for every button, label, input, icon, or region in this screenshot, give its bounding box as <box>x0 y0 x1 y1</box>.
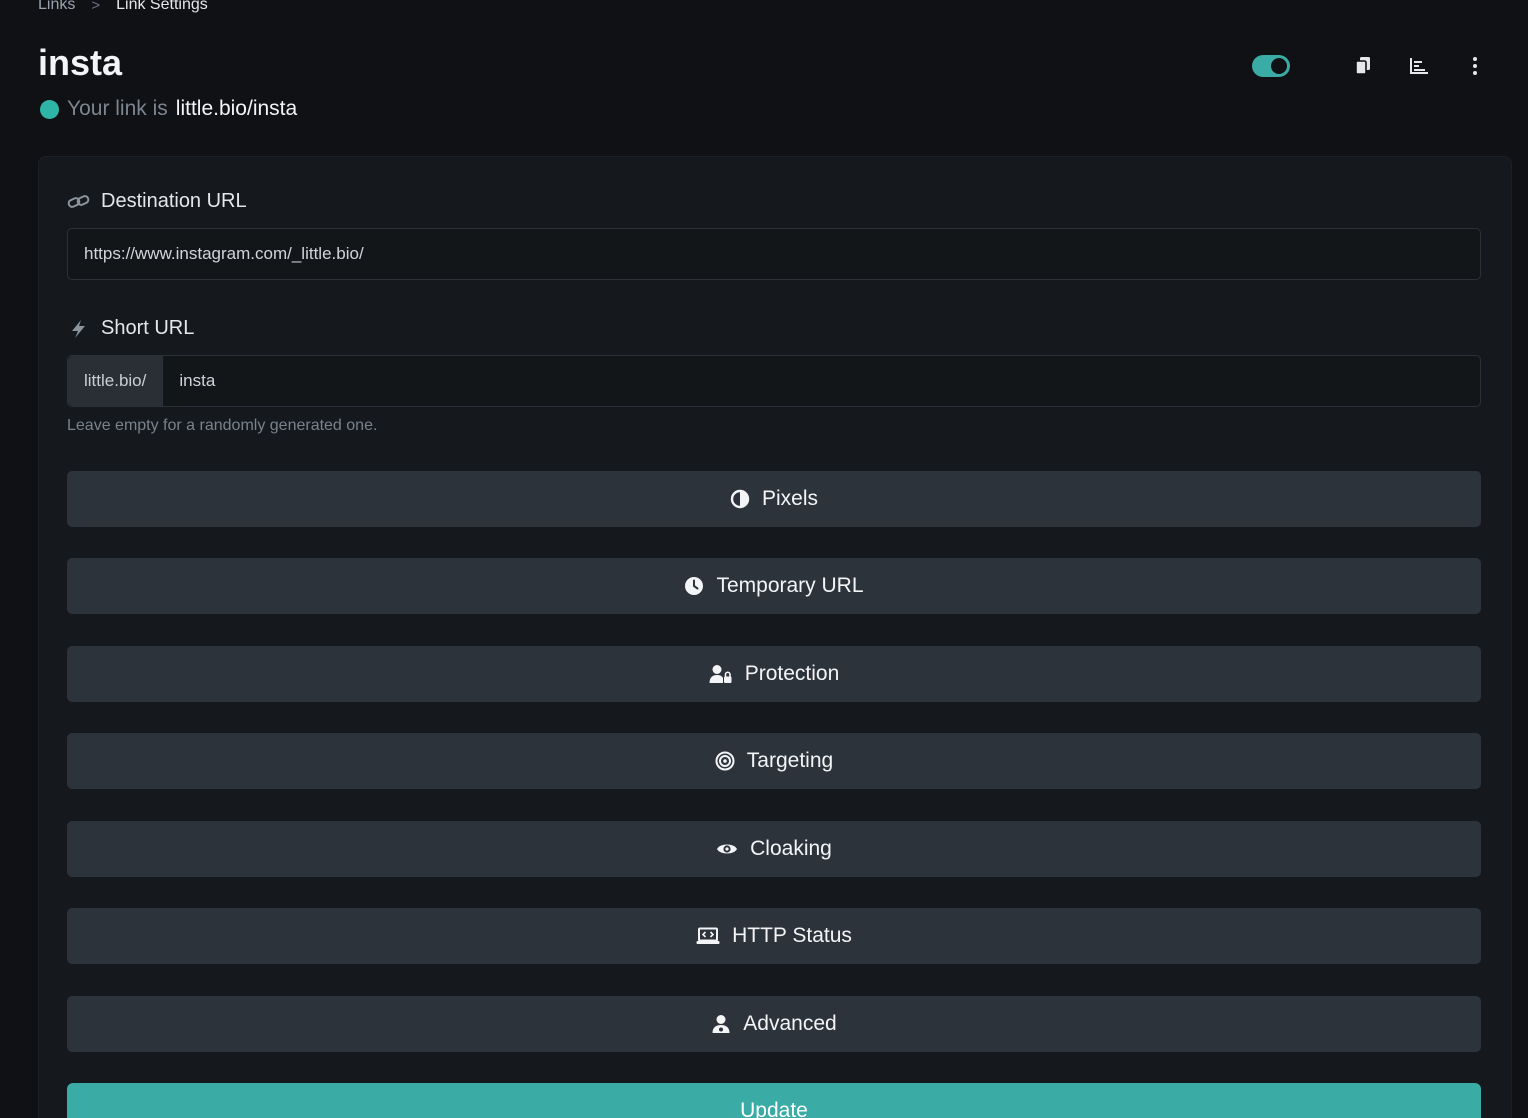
copy-button[interactable] <box>1350 50 1376 82</box>
half-circle-icon <box>730 489 750 509</box>
target-icon <box>715 751 735 771</box>
eye-icon <box>717 844 738 854</box>
destination-url-label: Destination URL <box>67 190 247 213</box>
breadcrumb-item-links[interactable]: Links <box>38 0 75 14</box>
destination-url-label-text: Destination URL <box>101 190 247 212</box>
section-label-temporary-url: Temporary URL <box>716 574 864 597</box>
short-url-input[interactable]: insta <box>163 371 215 391</box>
link-prefix-text: Your link is <box>67 97 168 120</box>
section-button-temporary-url[interactable]: Temporary URL <box>67 558 1481 614</box>
update-button-label: Update <box>740 1099 808 1118</box>
section-button-protection[interactable]: Protection <box>67 646 1481 702</box>
section-label-advanced: Advanced <box>743 1012 837 1035</box>
destination-url-value: https://www.instagram.com/_little.bio/ <box>84 244 364 263</box>
short-url-label-text: Short URL <box>101 317 195 339</box>
section-label-targeting: Targeting <box>746 749 834 772</box>
section-button-http-status[interactable]: HTTP Status <box>67 908 1481 964</box>
section-button-pixels[interactable]: Pixels <box>67 471 1481 527</box>
section-label-pixels: Pixels <box>761 487 819 510</box>
stats-icon <box>1410 58 1428 74</box>
breadcrumb-item-current: Link Settings <box>116 0 208 13</box>
short-url-prefix: little.bio/ <box>68 356 164 406</box>
enabled-toggle[interactable] <box>1252 55 1290 77</box>
section-button-cloaking[interactable]: Cloaking <box>67 821 1481 877</box>
short-url-help-text: Leave empty for a randomly generated one… <box>67 417 378 434</box>
toggle-knob <box>1271 58 1287 74</box>
update-button[interactable]: Update <box>67 1083 1481 1118</box>
destination-url-input[interactable]: https://www.instagram.com/_little.bio/ <box>67 228 1481 280</box>
section-button-targeting[interactable]: Targeting <box>67 733 1481 789</box>
section-label-cloaking: Cloaking <box>750 837 832 860</box>
copy-icon <box>1355 57 1370 75</box>
section-button-advanced[interactable]: Advanced <box>67 996 1481 1052</box>
clock-icon <box>685 577 704 595</box>
status-dot-icon <box>40 99 59 119</box>
link-icon <box>67 194 90 208</box>
header-actions <box>1252 50 1488 82</box>
user-gear-icon <box>712 1015 730 1033</box>
statistics-button[interactable] <box>1406 50 1432 82</box>
laptop-code-icon <box>696 927 720 944</box>
page-title: insta <box>38 42 123 83</box>
link-settings-card: Destination URL https://www.instagram.co… <box>38 156 1512 1118</box>
link-value[interactable]: little.bio/insta <box>176 97 297 121</box>
short-url-input-group: little.bio/ insta <box>67 355 1481 407</box>
section-label-http-status: HTTP Status <box>732 924 852 947</box>
link-settings-page: Links > Link Settings insta Your link is… <box>0 0 1528 1118</box>
more-vertical-icon <box>1473 57 1477 75</box>
link-status-line: Your link is little.bio/insta <box>40 97 297 121</box>
breadcrumb-separator: > <box>91 0 101 14</box>
breadcrumb: Links > Link Settings <box>38 0 208 14</box>
section-label-protection: Protection <box>744 662 840 685</box>
short-url-label: Short URL <box>67 317 194 340</box>
more-options-button[interactable] <box>1462 50 1488 82</box>
bolt-icon <box>72 319 85 338</box>
user-lock-icon <box>709 665 732 683</box>
